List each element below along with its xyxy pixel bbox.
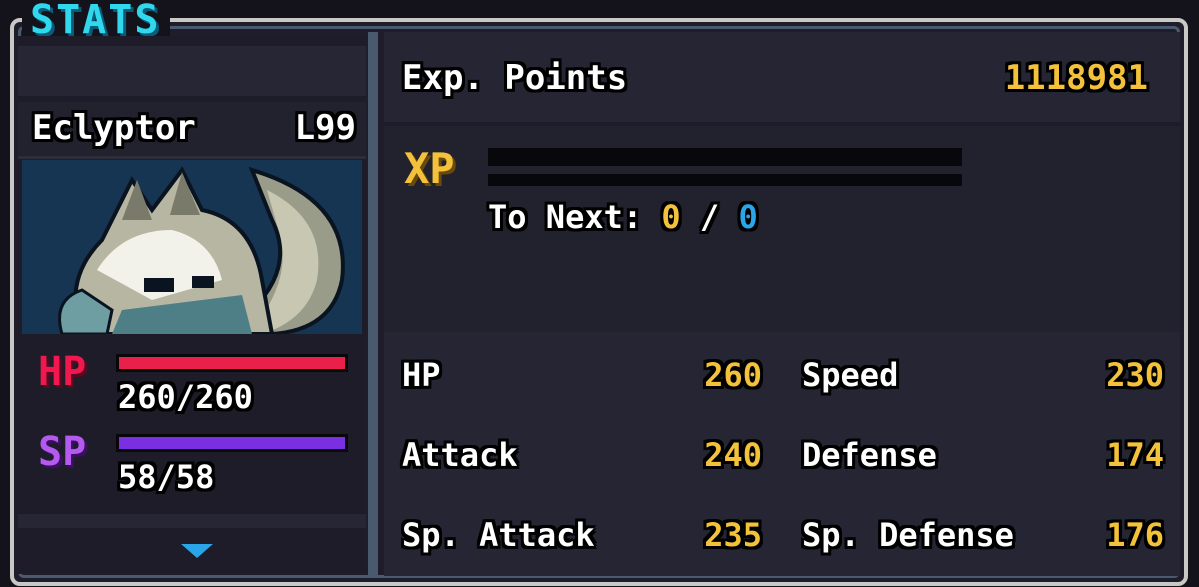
xp-bar [488, 148, 962, 166]
monster-portrait-art [22, 160, 362, 334]
to-next-total: 0 [738, 198, 758, 236]
stat-cell: Speed 230 [784, 338, 1180, 412]
hp-label: HP [38, 349, 87, 395]
sp-value: 58/58 [118, 458, 215, 496]
exp-points-value: 1118981 [1004, 58, 1148, 98]
to-next-separator: / [699, 198, 720, 236]
stat-cell: Defense 174 [784, 418, 1180, 492]
stat-name: Sp. Defense [802, 516, 1014, 554]
panel-band [18, 46, 366, 96]
to-next: To Next: 0 / 0 [488, 198, 758, 236]
stat-value: 230 [1106, 356, 1164, 394]
panel-divider [368, 32, 378, 576]
stat-cell: Attack 240 [384, 418, 778, 492]
stat-cell: HP 260 [384, 338, 778, 412]
to-next-current: 0 [661, 198, 681, 236]
stat-value: 235 [704, 516, 762, 554]
stat-value: 174 [1106, 436, 1164, 474]
stats-panel: Exp. Points 1118981 XP To Next: 0 / 0 HP… [384, 32, 1180, 576]
stat-cell: Sp. Attack 235 [384, 498, 778, 572]
stat-value: 176 [1106, 516, 1164, 554]
panel-band-bottom [18, 514, 366, 528]
monster-portrait [22, 160, 362, 334]
exp-points-row: Exp. Points 1118981 [384, 32, 1180, 126]
hp-bar [116, 354, 348, 372]
stat-name: Defense [802, 436, 937, 474]
stat-value: 260 [704, 356, 762, 394]
exp-points-label: Exp. Points [402, 58, 628, 98]
monster-panel: Eclyptor L99 HP 260/260 SP 58/58 [18, 36, 366, 574]
to-next-label: To Next: [488, 198, 643, 236]
stat-cell: Sp. Defense 176 [784, 498, 1180, 572]
stat-name: HP [402, 356, 441, 394]
stat-value: 240 [704, 436, 762, 474]
xp-next-bar [488, 174, 962, 186]
sp-bar-fill [119, 437, 345, 449]
monster-name: Eclyptor [32, 108, 196, 148]
panel-title: STATS [22, 0, 171, 40]
stat-name: Speed [802, 356, 899, 394]
monster-name-row: Eclyptor L99 [18, 102, 366, 159]
stat-name: Attack [402, 436, 518, 474]
xp-progress-area: XP To Next: 0 / 0 [384, 126, 1180, 332]
sp-label: SP [38, 429, 87, 475]
chevron-down-icon[interactable] [181, 544, 213, 558]
hp-bar-fill [119, 357, 345, 369]
hp-value: 260/260 [118, 378, 253, 416]
sp-bar [116, 434, 348, 452]
stat-name: Sp. Attack [402, 516, 595, 554]
stats-grid: HP 260 Speed 230 Attack 240 Defense 174 … [384, 338, 1180, 576]
xp-tag: XP [404, 144, 455, 193]
monster-level: L99 [294, 108, 356, 148]
